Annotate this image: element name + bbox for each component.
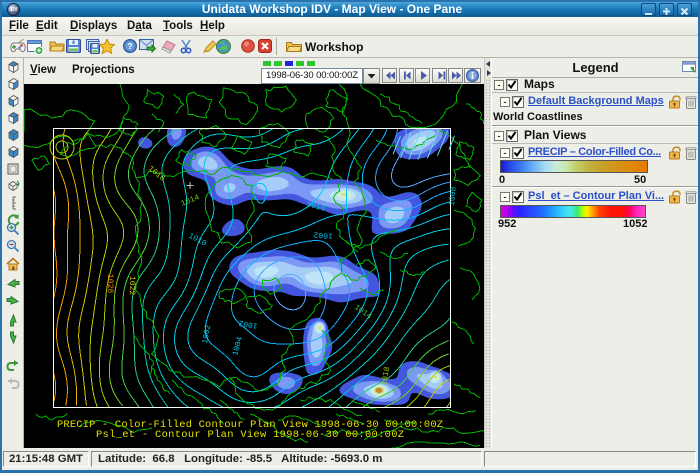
svg-text:?: ? [127, 41, 132, 51]
svg-text:1002: 1002 [313, 229, 333, 240]
svg-text:1022: 1022 [127, 276, 136, 295]
svg-text:1028: 1028 [105, 274, 114, 293]
svg-text:Psl_et - Contour Plan View 199: Psl_et - Contour Plan View 1998-06-30 00… [96, 429, 404, 441]
svg-text:1008: 1008 [448, 186, 459, 206]
